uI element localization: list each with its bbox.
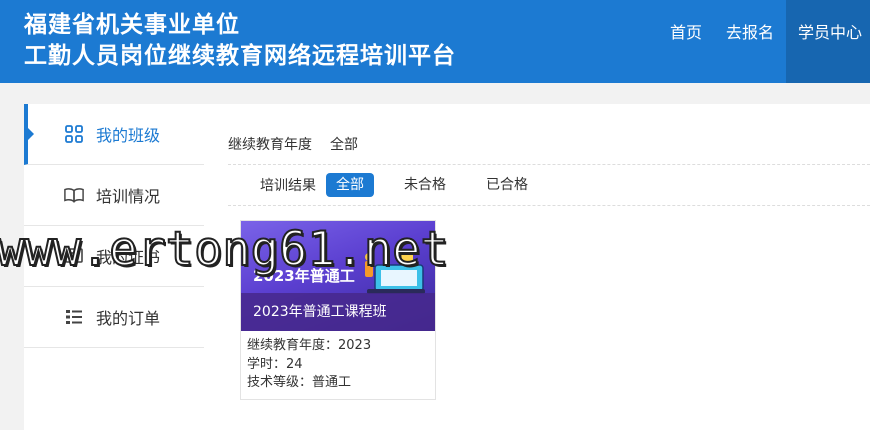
grid-icon [64, 124, 84, 144]
year-filter-label: 继续教育年度 [228, 137, 312, 153]
sidebar: 我的班级 培训情况 我的证书 我的订单 [24, 104, 204, 348]
result-filter: 培训结果 全部 未合格 已合格 [228, 165, 870, 206]
course-title: 2023年普通工课程班 [241, 293, 435, 331]
result-filter-label: 培训结果 [260, 178, 316, 194]
site-title-line2: 工勤人员岗位继续教育网络远程培训平台 [24, 43, 456, 69]
site-title-line1: 福建省机关事业单位 [24, 12, 240, 38]
sidebar-item-label: 我的班级 [96, 126, 161, 145]
course-card[interactable]: 2023年普通工 2023年普通工课程班 继续教育年度：2023 学时：24 技… [240, 220, 436, 400]
nav-student-center[interactable]: 学员中心 [786, 0, 870, 83]
nav-register[interactable]: 去报名 [714, 0, 786, 83]
thumbnail-tag: 2023年普通工 [253, 267, 355, 285]
list-icon [64, 307, 84, 327]
header-bar: 福建省机关事业单位 工勤人员岗位继续教育网络远程培训平台 首页 去报名 学员中心 [0, 0, 870, 83]
book-icon [64, 185, 84, 205]
certificate-icon [64, 246, 84, 266]
course-info: 继续教育年度：2023 学时：24 技术等级：普通工 [241, 331, 435, 393]
main-panel: 我的班级 培训情况 我的证书 我的订单 继续教育年度 全部 培训结果 全部 未合… [24, 104, 870, 430]
course-year: 继续教育年度：2023 [247, 338, 372, 353]
content-area: 继续教育年度 全部 培训结果 全部 未合格 已合格 2023年普通工 2023年… [228, 104, 870, 400]
site-title: 福建省机关事业单位 工勤人员岗位继续教育网络远程培训平台 [24, 10, 456, 72]
course-thumbnail: 2023年普通工 2023年普通工课程班 [241, 221, 435, 331]
sidebar-item-label: 我的证书 [96, 248, 161, 267]
sidebar-item-label: 培训情况 [96, 187, 161, 206]
filter-chip-all[interactable]: 全部 [326, 173, 374, 197]
filter-chip-passed[interactable]: 已合格 [476, 173, 538, 197]
sidebar-item-label: 我的订单 [96, 309, 161, 328]
year-filter-value[interactable]: 全部 [330, 134, 358, 154]
course-hours: 学时：24 [247, 356, 303, 372]
sidebar-item-certificate[interactable]: 我的证书 [24, 226, 204, 287]
sidebar-item-training[interactable]: 培训情况 [24, 165, 204, 226]
course-level: 技术等级：普通工 [247, 375, 352, 390]
sidebar-item-my-class[interactable]: 我的班级 [24, 104, 204, 165]
year-filter: 继续教育年度 全部 [228, 124, 870, 165]
sidebar-item-orders[interactable]: 我的订单 [24, 287, 204, 348]
top-nav: 首页 去报名 学员中心 [658, 0, 870, 83]
nav-home[interactable]: 首页 [658, 0, 714, 83]
filter-chip-failed[interactable]: 未合格 [394, 173, 456, 197]
